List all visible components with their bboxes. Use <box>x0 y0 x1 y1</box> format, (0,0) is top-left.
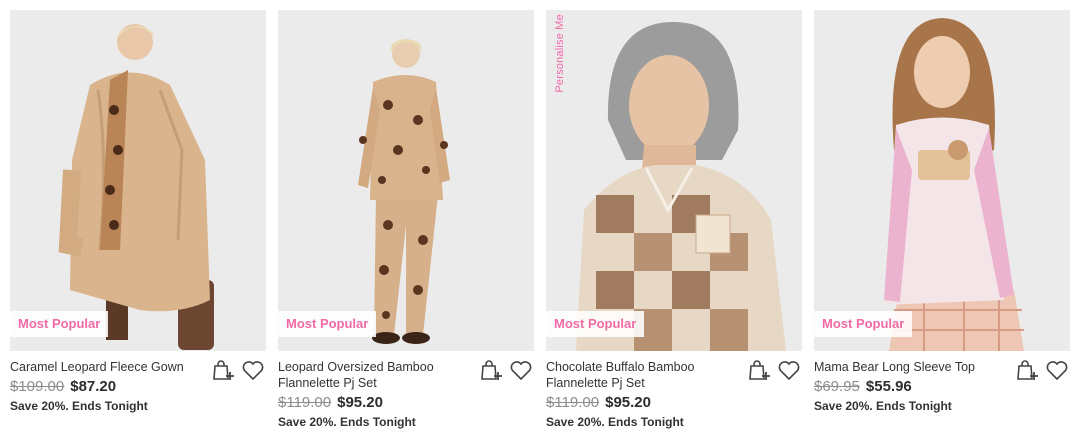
product-info: Mama Bear Long Sleeve Top $69.95 $55.96 S… <box>814 359 1070 413</box>
product-photo <box>278 10 534 351</box>
sale-price: $55.96 <box>865 378 912 395</box>
product-photo <box>546 10 802 351</box>
product-image[interactable]: Most Popular <box>278 10 534 351</box>
product-card[interactable]: Most Popular Leopard Oversized Bamboo Fl… <box>278 10 534 429</box>
product-card[interactable]: Most Popular Mama Bear Long Sleeve Top $… <box>814 10 1070 413</box>
most-popular-badge: Most Popular <box>814 311 913 337</box>
card-actions <box>1014 357 1070 383</box>
product-image[interactable]: Most Popular <box>10 10 266 351</box>
add-to-bag-button[interactable] <box>1014 357 1040 383</box>
promo-text: Save 20%. Ends Tonight <box>10 399 148 413</box>
personalise-me-label[interactable]: Personalise Me <box>554 14 566 93</box>
heart-icon <box>778 361 800 381</box>
product-photo <box>814 10 1070 351</box>
sale-price: $87.20 <box>70 378 117 395</box>
was-price: $119.00 <box>546 394 600 411</box>
heart-icon <box>510 361 532 381</box>
product-title[interactable]: Chocolate Buffalo Bamboo Flannelette Pj … <box>546 359 730 391</box>
most-popular-badge: Most Popular <box>10 311 109 337</box>
wishlist-button[interactable] <box>1044 357 1070 383</box>
product-image[interactable]: Personalise Me Most Popular <box>546 10 802 351</box>
was-price: $109.00 <box>10 378 65 395</box>
promo-text: Save 20%. Ends Tonight <box>278 415 416 429</box>
add-to-bag-button[interactable] <box>478 357 504 383</box>
product-photo <box>10 10 266 351</box>
most-popular-badge: Most Popular <box>546 311 645 337</box>
card-actions <box>746 357 802 383</box>
wishlist-button[interactable] <box>776 357 802 383</box>
add-to-bag-button[interactable] <box>746 357 772 383</box>
product-info: Leopard Oversized Bamboo Flannelette Pj … <box>278 359 534 429</box>
product-card[interactable]: Personalise Me Most Popular Chocolate Bu… <box>546 10 802 429</box>
product-title[interactable]: Leopard Oversized Bamboo Flannelette Pj … <box>278 359 462 391</box>
bag-plus-icon <box>1017 360 1038 380</box>
product-card[interactable]: Most Popular Caramel Leopard Fleece Gown… <box>10 10 266 413</box>
product-info: Chocolate Buffalo Bamboo Flannelette Pj … <box>546 359 802 429</box>
product-grid: Most Popular Caramel Leopard Fleece Gown… <box>0 0 1080 445</box>
product-title[interactable]: Mama Bear Long Sleeve Top <box>814 359 998 375</box>
was-price: $69.95 <box>814 378 860 395</box>
promo-text: Save 20%. Ends Tonight <box>814 399 952 413</box>
sale-price: $95.20 <box>337 394 383 411</box>
wishlist-button[interactable] <box>240 357 266 383</box>
most-popular-badge: Most Popular <box>278 311 377 337</box>
promo-text: Save 20%. Ends Tonight <box>546 415 684 429</box>
product-title[interactable]: Caramel Leopard Fleece Gown <box>10 359 194 375</box>
card-actions <box>478 357 534 383</box>
price-row: $119.00 $95.20 <box>278 393 534 412</box>
product-image[interactable]: Most Popular <box>814 10 1070 351</box>
wishlist-button[interactable] <box>508 357 534 383</box>
price-row: $119.00 $95.20 <box>546 393 802 412</box>
heart-icon <box>242 361 264 381</box>
card-actions <box>210 357 266 383</box>
bag-plus-icon <box>481 360 502 380</box>
heart-icon <box>1046 361 1068 381</box>
was-price: $119.00 <box>278 394 332 411</box>
bag-plus-icon <box>749 360 770 380</box>
add-to-bag-button[interactable] <box>210 357 236 383</box>
bag-plus-icon <box>213 360 234 380</box>
product-info: Caramel Leopard Fleece Gown $109.00 $87.2… <box>10 359 266 413</box>
sale-price: $95.20 <box>605 394 651 411</box>
